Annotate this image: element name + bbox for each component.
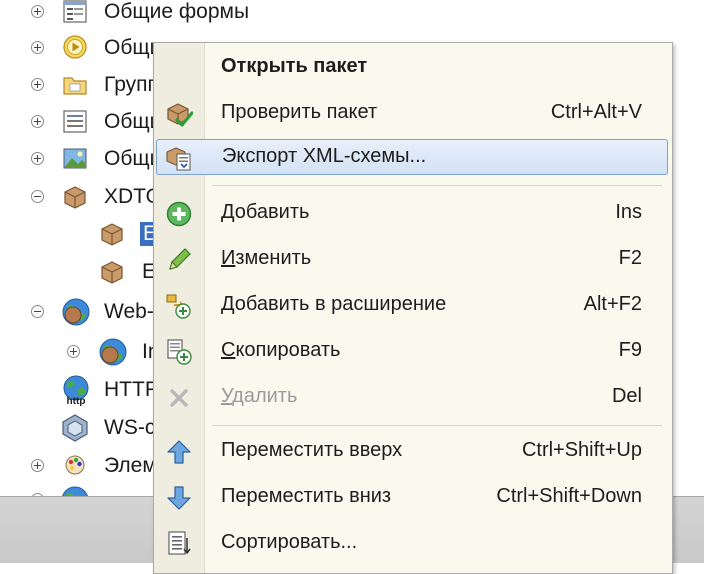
expand-plus-icon[interactable] <box>31 115 44 128</box>
package-icon <box>64 186 86 209</box>
menu-item-shortcut: F2 <box>618 247 642 269</box>
menu-item-move-up[interactable]: Переместить вверх Ctrl+Shift+Up <box>156 433 668 469</box>
arrow-down-icon <box>167 486 191 510</box>
pencil-icon <box>169 248 191 270</box>
menu-item-delete[interactable]: Удалить Del <box>156 379 668 415</box>
menu-item-label: Скопировать <box>221 339 341 361</box>
menu-item-open-package[interactable]: Открыть пакет <box>156 49 668 85</box>
expand-plus-icon[interactable] <box>31 5 44 18</box>
tree-item-label: Групп <box>104 73 159 96</box>
menu-item-move-down[interactable]: Переместить вниз Ctrl+Shift+Down <box>156 479 668 515</box>
menu-item-add-to-extension[interactable]: Добавить в расширение Alt+F2 <box>156 287 668 323</box>
menu-item-shortcut: Ins <box>615 201 642 223</box>
menu-item-label: Удалить <box>221 385 298 407</box>
folder-icon <box>63 77 87 95</box>
globe-icon <box>99 338 127 366</box>
list-icon <box>63 110 87 133</box>
menu-item-copy[interactable]: Скопировать F9 <box>156 333 668 369</box>
collapse-minus-icon[interactable] <box>31 305 44 318</box>
menu-separator <box>212 425 662 426</box>
arrow-up-icon <box>167 440 191 464</box>
collapse-minus-icon[interactable] <box>31 190 44 203</box>
palette-icon <box>65 455 85 475</box>
menu-item-shortcut: F9 <box>618 339 642 361</box>
expand-plus-icon[interactable] <box>31 459 44 472</box>
menu-item-label: Переместить вниз <box>221 485 392 507</box>
menu-item-export-xml-schema[interactable]: Экспорт XML-схемы... <box>156 139 668 175</box>
menu-item-label: Сортировать... <box>221 531 358 553</box>
tree-item-label: Элем <box>104 454 157 477</box>
menu-item-shortcut: Del <box>611 385 642 407</box>
add-circle-icon <box>166 201 192 227</box>
package-icon <box>101 223 123 246</box>
expand-plus-icon[interactable] <box>31 41 44 54</box>
menu-item-shortcut: Ctrl+Alt+V <box>550 101 642 123</box>
picture-icon <box>63 148 87 169</box>
tree-item-label: Общие формы <box>104 0 250 23</box>
tree-item-label: Web- <box>104 300 154 323</box>
http-globe-icon: http <box>63 375 89 406</box>
context-menu: Открыть пакет Проверить пакет Ctrl+Alt+V… <box>153 42 673 574</box>
package-icon <box>101 261 123 284</box>
menu-item-shortcut: Alt+F2 <box>583 293 642 315</box>
tree-item-label: HTTP <box>104 378 159 401</box>
menu-item-label: Добавить <box>221 201 310 223</box>
check-package-icon <box>167 103 193 127</box>
menu-item-shortcut: Ctrl+Shift+Down <box>496 485 642 507</box>
menu-item-shortcut: Ctrl+Shift+Up <box>521 439 642 461</box>
expand-plus-icon[interactable] <box>31 78 44 91</box>
expand-plus-icon[interactable] <box>67 345 80 358</box>
menu-item-sort[interactable]: Сортировать... <box>156 525 668 561</box>
export-xml-icon <box>166 147 191 171</box>
forms-icon <box>63 0 87 23</box>
ws-icon <box>62 414 88 442</box>
menu-item-label: Открыть пакет <box>221 55 368 77</box>
globe-icon <box>62 298 90 326</box>
menu-item-label: Изменить <box>221 247 312 269</box>
delete-x-icon <box>170 389 188 407</box>
tree-item-label: WS-c <box>104 416 156 439</box>
menu-item-label: Добавить в расширение <box>221 293 447 315</box>
expand-plus-icon[interactable] <box>31 152 44 165</box>
sort-list-icon <box>168 531 191 555</box>
add-to-extension-icon <box>166 294 191 319</box>
menu-item-label: Переместить вверх <box>221 439 403 461</box>
menu-item-label: Проверить пакет <box>221 101 378 123</box>
menu-item-label: Экспорт XML-схемы... <box>222 145 427 167</box>
menu-item-add[interactable]: Добавить Ins <box>156 195 668 231</box>
menu-separator <box>212 185 662 186</box>
play-circle-icon <box>63 35 87 59</box>
menu-item-check-package[interactable]: Проверить пакет Ctrl+Alt+V <box>156 95 668 131</box>
http-badge: http <box>67 396 86 406</box>
copy-icon <box>167 339 192 365</box>
menu-item-edit[interactable]: Изменить F2 <box>156 241 668 277</box>
